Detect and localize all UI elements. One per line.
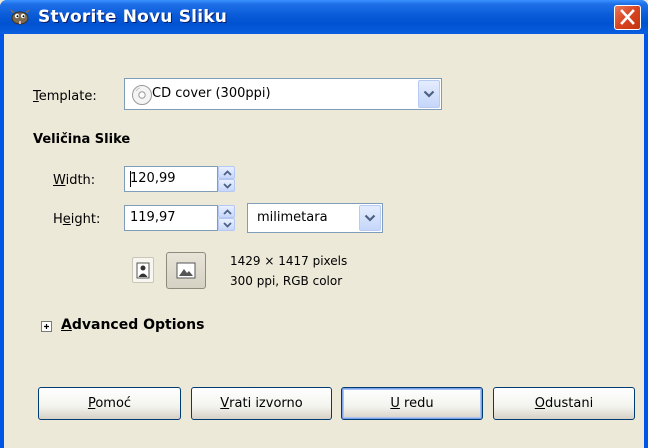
arrow-up-icon (223, 170, 232, 176)
cd-icon (132, 85, 152, 105)
portrait-icon (136, 262, 150, 279)
template-value: CD cover (300ppi) (152, 86, 271, 101)
text-cursor (130, 171, 131, 187)
resolution-info: 300 ppi, RGB color (230, 274, 343, 288)
height-value: 119,97 (130, 210, 176, 225)
close-icon (620, 9, 635, 25)
width-value: 120,99 (130, 171, 176, 186)
cancel-button[interactable]: Odustani (493, 387, 635, 420)
dialog-content: Template: CD cover (300ppi) Veličina Sli… (4, 34, 644, 448)
landscape-icon (176, 262, 196, 279)
height-spinner[interactable] (218, 205, 235, 231)
expand-plus-icon (44, 324, 49, 329)
arrow-up-icon (223, 209, 232, 215)
image-size-heading: Veličina Slike (33, 132, 131, 147)
advanced-options-toggle[interactable]: Advanced Options (61, 317, 204, 333)
unit-value: milimetara (257, 210, 328, 225)
unit-select[interactable]: milimetara (247, 203, 383, 233)
chevron-down-icon (423, 90, 435, 98)
gimp-icon (9, 8, 31, 25)
height-decrement-button[interactable] (218, 218, 235, 231)
height-input[interactable]: 119,97 (124, 205, 218, 231)
ok-button[interactable]: U redu (341, 387, 483, 420)
arrow-down-icon (223, 222, 232, 228)
dialog-window: Stvorite Novu Sliku Template: CD cover (… (0, 0, 648, 448)
pixel-dimensions: 1429 × 1417 pixels (230, 254, 348, 268)
width-input[interactable]: 120,99 (124, 166, 218, 192)
portrait-button[interactable] (132, 257, 154, 283)
width-spinner[interactable] (218, 166, 235, 192)
landscape-button[interactable] (166, 252, 206, 289)
width-label: Width: (53, 173, 96, 188)
advanced-expander[interactable] (41, 321, 52, 332)
reset-button[interactable]: Vrati izvorno (191, 387, 332, 420)
help-button[interactable]: Pomoć (38, 387, 181, 420)
width-decrement-button[interactable] (218, 179, 235, 192)
arrow-down-icon (223, 183, 232, 189)
close-button[interactable] (614, 5, 641, 30)
template-label: Template: (33, 89, 97, 104)
template-select[interactable]: CD cover (300ppi) (124, 78, 442, 110)
title-bar[interactable]: Stvorite Novu Sliku (0, 0, 648, 34)
window-title: Stvorite Novu Sliku (38, 7, 228, 27)
chevron-down-icon (364, 214, 376, 222)
width-increment-button[interactable] (218, 166, 235, 179)
height-label: Height: (53, 212, 101, 227)
unit-dropdown-arrow[interactable] (359, 205, 381, 231)
template-dropdown-arrow[interactable] (418, 80, 440, 108)
height-increment-button[interactable] (218, 205, 235, 218)
